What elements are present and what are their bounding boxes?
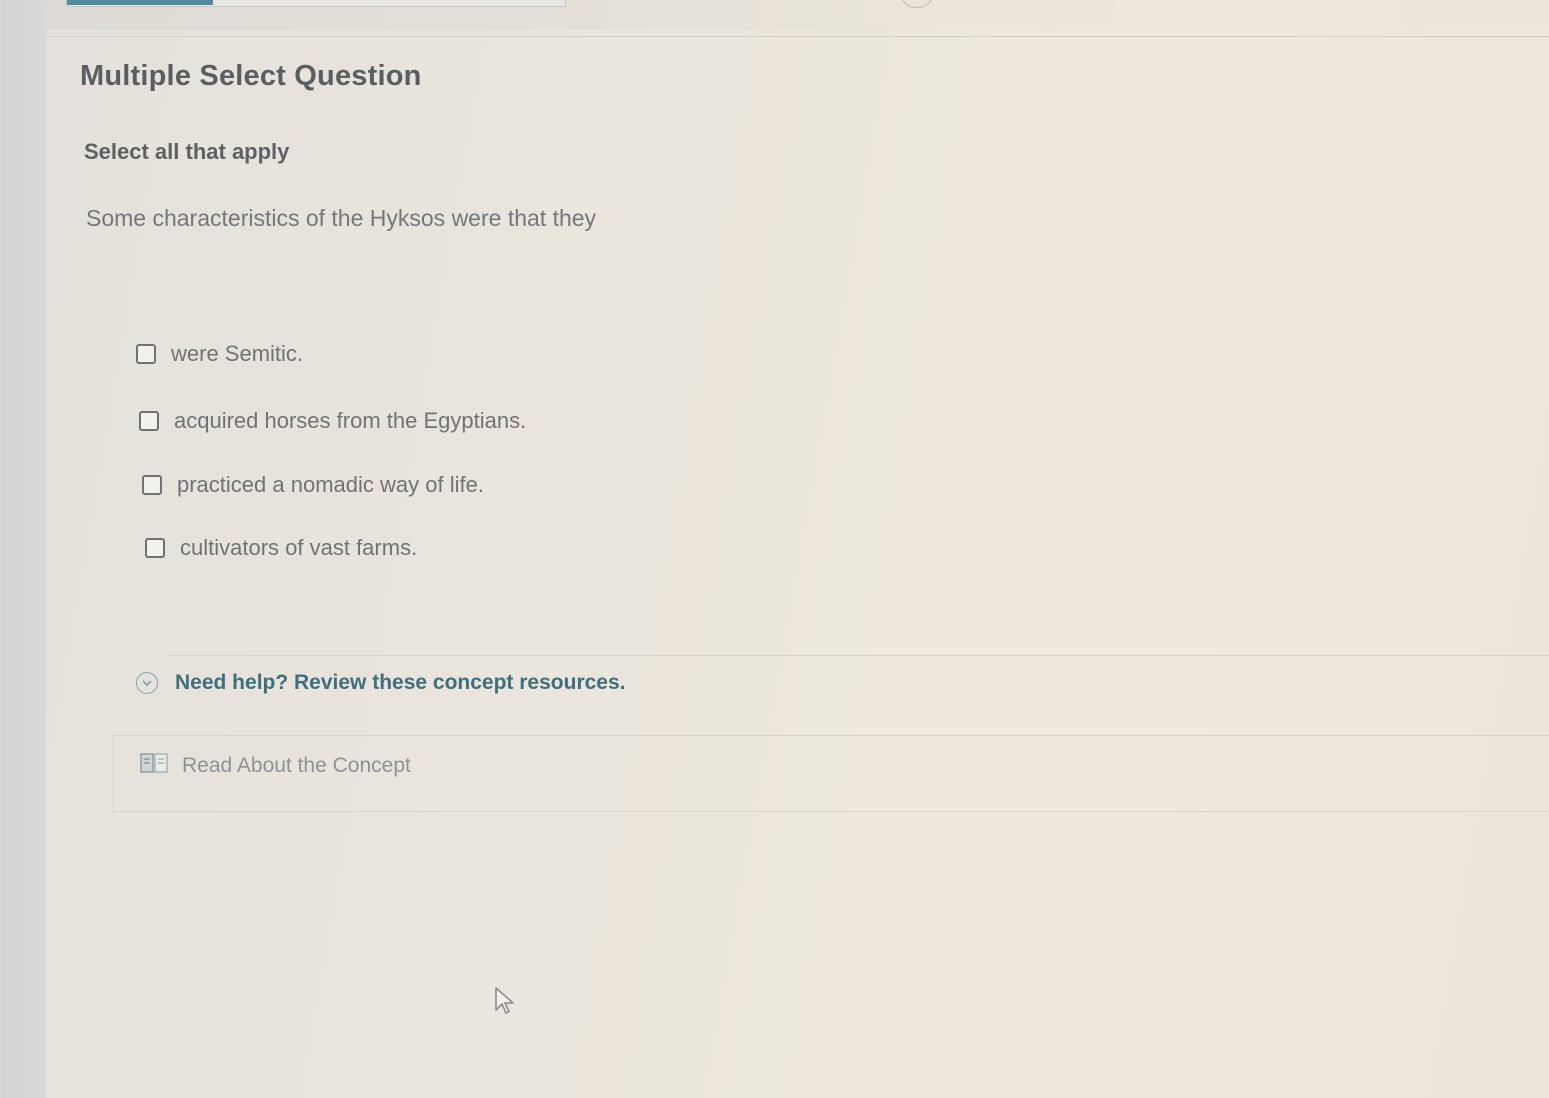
answer-option-label: practiced a nomadic way of life. [177,472,484,497]
chevron-down-circle-icon [136,672,158,694]
progress-bar-fill [67,0,213,5]
answer-option-3[interactable]: practiced a nomadic way of life. [142,472,484,498]
book-icon [140,752,168,779]
left-gutter [0,0,46,1098]
concept-resources-toggle[interactable]: Need help? Review these concept resource… [136,671,626,695]
progress-status-text [580,0,880,4]
section-divider [166,655,1549,656]
answer-option-label: were Semitic. [171,341,304,366]
answer-option-4[interactable]: cultivators of vast farms. [145,535,417,561]
answer-option-label: cultivators of vast farms. [180,535,418,560]
checkbox[interactable] [136,344,156,364]
read-about-concept-label: Read About the Concept [182,753,411,777]
read-about-concept-link[interactable]: Read About the Concept [140,752,411,779]
checkbox[interactable] [145,538,165,558]
mouse-cursor-icon [494,986,516,1021]
info-circle-icon[interactable] [902,0,932,8]
resources-bottom-divider [112,811,1549,812]
answer-option-2[interactable]: acquired horses from the Egyptians. [139,408,526,434]
progress-bar [66,0,566,7]
concept-resources-label: Need help? Review these concept resource… [175,671,626,694]
question-prompt: Some characteristics of the Hyksos were … [86,205,597,231]
checkbox[interactable] [139,411,159,431]
header-divider [46,36,1549,37]
answer-option-label: acquired horses from the Egyptians. [174,408,527,433]
question-type-title: Multiple Select Question [80,60,422,92]
answer-option-1[interactable]: were Semitic. [136,341,303,367]
question-card [46,30,1549,1098]
question-instruction: Select all that apply [84,139,290,164]
checkbox[interactable] [142,475,162,495]
resources-top-divider [112,735,1549,736]
